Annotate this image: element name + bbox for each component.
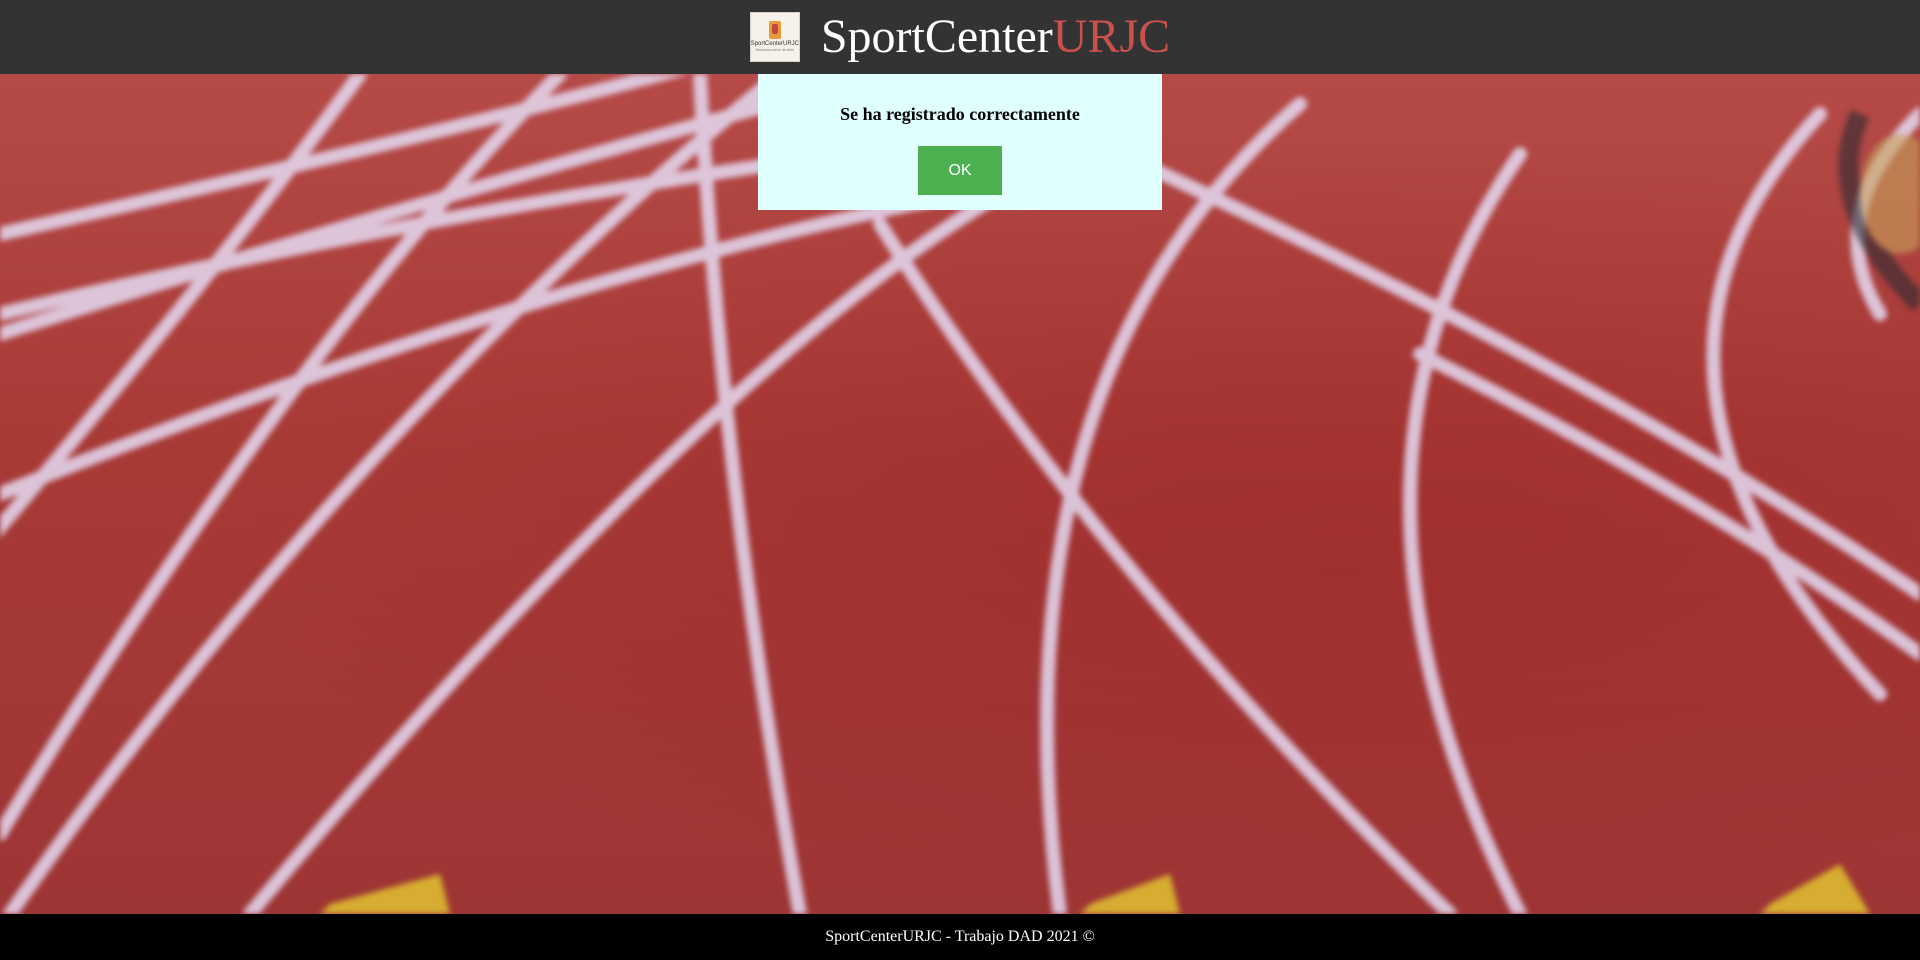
success-message: Se ha registrado correctamente [840,104,1080,124]
logo-text: SportCenterURJC [750,41,800,48]
top-header: SportCenterURJC Reservas online de tenis… [0,0,1920,74]
logo-subtext: Reservas online de tenis [755,48,794,53]
brand: SportCenterURJC Reservas online de tenis… [749,12,1170,62]
site-title: SportCenterURJC [821,13,1170,61]
footer-text: SportCenterURJC - Trabajo DAD 2021 © [825,928,1095,945]
success-dialog: Se ha registrado correctamente OK [758,74,1162,210]
ok-button[interactable]: OK [918,146,1002,195]
site-title-accent: URJC [1052,10,1171,63]
site-title-main: SportCenter [820,10,1053,63]
runner-icon [768,21,781,40]
page-footer: SportCenterURJC - Trabajo DAD 2021 © [0,914,1920,960]
site-logo[interactable]: SportCenterURJC Reservas online de tenis [749,12,800,62]
